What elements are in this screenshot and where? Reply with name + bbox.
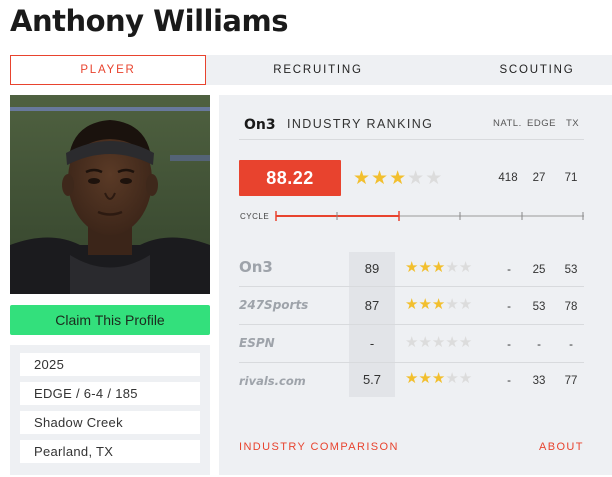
industry-natl-rank: 418 <box>498 172 518 184</box>
star-empty-icon: ★ <box>445 296 459 313</box>
star-empty-icon: ★ <box>405 334 419 351</box>
espn-tx-rank: - <box>569 339 573 351</box>
svg-text:rivals.com: rivals.com <box>239 374 306 388</box>
svg-text:On3: On3 <box>239 258 273 276</box>
bio-hometown: Pearland, TX <box>20 440 200 463</box>
industry-ranking-title: INDUSTRY RANKING <box>287 117 434 131</box>
on3-edge-rank: 25 <box>532 264 546 276</box>
star-empty-icon: ★ <box>418 334 432 351</box>
star-filled-icon: ★ <box>371 168 390 189</box>
tab-scouting[interactable]: SCOUTING <box>472 55 602 85</box>
star-empty-icon: ★ <box>458 334 473 351</box>
star-filled-icon: ★ <box>405 259 419 276</box>
rivals-star-rating: ★ ★ ★ ★ ★ <box>405 369 472 387</box>
bio-panel: 2025 EDGE / 6-4 / 185 Shadow Creek Pearl… <box>10 345 210 475</box>
about-link[interactable]: ABOUT <box>539 441 584 453</box>
star-empty-icon: ★ <box>445 259 459 276</box>
row-divider <box>239 324 584 325</box>
cycle-label: CYCLE <box>240 212 270 221</box>
espn-natl-rank: - <box>507 339 511 351</box>
star-empty-icon: ★ <box>407 168 426 189</box>
on3-tx-rank: 53 <box>564 264 578 276</box>
on3-service-logo: On3 <box>239 258 273 276</box>
on3-logo: On3 <box>244 117 276 132</box>
on3-natl-rank: - <box>507 264 511 276</box>
bio-class-year: 2025 <box>20 353 200 376</box>
star-filled-icon: ★ <box>389 168 408 189</box>
rivals-natl-rank: - <box>507 375 511 387</box>
row-divider <box>239 362 584 363</box>
star-filled-icon: ★ <box>431 259 446 276</box>
247sports-star-rating: ★ ★ ★ ★ ★ <box>405 295 472 313</box>
star-filled-icon: ★ <box>405 296 419 313</box>
on3-rating: 89 <box>349 252 395 286</box>
industry-comparison-link[interactable]: INDUSTRY COMPARISON <box>239 441 399 453</box>
claim-profile-button[interactable]: Claim This Profile <box>10 305 210 335</box>
rivals-tx-rank: 77 <box>564 375 578 387</box>
espn-star-rating: ★ ★ ★ ★ ★ <box>405 333 472 351</box>
247sports-logo: 247Sports <box>239 298 308 312</box>
cycle-timeline <box>275 211 584 221</box>
rivals-edge-rank: 33 <box>532 375 546 387</box>
star-empty-icon: ★ <box>425 168 444 189</box>
star-filled-icon: ★ <box>353 168 372 189</box>
espn-rating: - <box>349 325 395 362</box>
tab-recruiting[interactable]: RECRUITING <box>248 55 388 85</box>
247sports-edge-rank: 53 <box>532 301 546 313</box>
bio-high-school[interactable]: Shadow Creek <box>20 411 200 434</box>
247sports-natl-rank: - <box>507 301 511 313</box>
profile-tabs: PLAYER RECRUITING SCOUTING <box>10 55 612 85</box>
svg-text:247Sports: 247Sports <box>239 298 308 312</box>
star-empty-icon: ★ <box>445 334 459 351</box>
star-filled-icon: ★ <box>431 370 446 387</box>
rivals-logo: rivals.com <box>239 374 306 388</box>
col-tx-header: TX <box>566 118 580 129</box>
star-empty-icon: ★ <box>458 296 473 313</box>
espn-logo: ESPN <box>239 336 275 350</box>
247sports-tx-rank: 78 <box>564 301 578 313</box>
on3-star-rating: ★ ★ ★ ★ ★ <box>405 258 472 276</box>
star-empty-icon: ★ <box>458 259 473 276</box>
col-edge-header: EDGE <box>527 118 556 129</box>
player-name: Anthony Williams <box>10 4 288 38</box>
header-divider <box>239 139 584 140</box>
star-filled-icon: ★ <box>418 259 432 276</box>
star-filled-icon: ★ <box>418 370 432 387</box>
industry-edge-rank: 27 <box>532 172 546 184</box>
industry-score: 88.22 <box>239 160 341 196</box>
industry-ranking-card: On3 INDUSTRY RANKING NATL. EDGE TX 88.22… <box>219 95 612 475</box>
star-empty-icon: ★ <box>431 334 446 351</box>
row-divider <box>239 286 584 287</box>
star-filled-icon: ★ <box>418 296 432 313</box>
svg-text:ESPN: ESPN <box>239 336 275 350</box>
bio-position-size: EDGE / 6-4 / 185 <box>20 382 200 405</box>
player-photo <box>10 95 210 294</box>
tab-player[interactable]: PLAYER <box>10 55 206 85</box>
industry-star-rating: ★ ★ ★ ★ ★ <box>353 167 443 190</box>
star-filled-icon: ★ <box>405 370 419 387</box>
star-empty-icon: ★ <box>445 370 459 387</box>
svg-text:On3: On3 <box>244 117 276 132</box>
industry-tx-rank: 71 <box>564 172 578 184</box>
star-empty-icon: ★ <box>458 370 473 387</box>
col-natl-header: NATL. <box>493 118 522 129</box>
rivals-rating: 5.7 <box>349 363 395 397</box>
star-filled-icon: ★ <box>431 296 446 313</box>
espn-edge-rank: - <box>537 339 541 351</box>
247sports-rating: 87 <box>349 287 395 324</box>
